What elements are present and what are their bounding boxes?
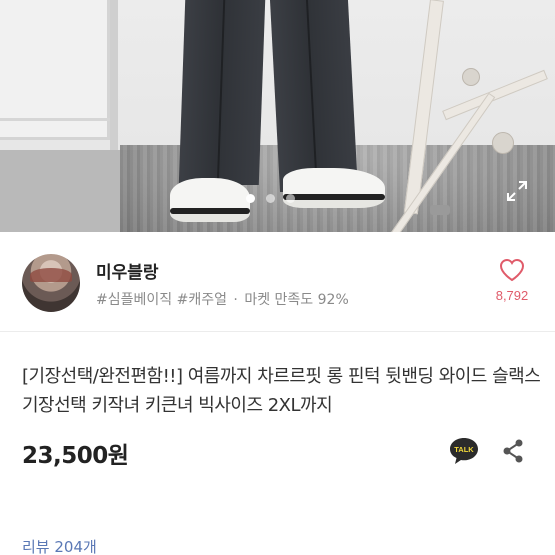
- sneaker-band: [283, 194, 385, 200]
- stool-foot: [492, 132, 514, 154]
- tag-separator: ·: [233, 292, 238, 308]
- pintuck-crease: [305, 0, 318, 180]
- seller-tags: #심플베이직 #캐주얼 · 마켓 만족도 92%: [96, 289, 349, 309]
- carousel-dot[interactable]: [286, 194, 295, 203]
- review-count-link[interactable]: 리뷰 204개: [22, 536, 97, 555]
- stool-foot: [462, 68, 480, 86]
- pants-right-leg: [269, 0, 359, 192]
- seller-tag[interactable]: #캐주얼: [177, 292, 227, 308]
- wall-window: [0, 0, 110, 140]
- share-icon[interactable]: [500, 438, 526, 464]
- carousel-dot-active[interactable]: [246, 194, 255, 203]
- carousel-dots: [246, 194, 295, 203]
- product-price: 23,500원: [22, 443, 129, 469]
- left-sneaker: [170, 178, 250, 222]
- right-sneaker: [283, 168, 385, 208]
- heart-icon: [499, 258, 525, 282]
- seller-section: 미우블랑 #심플베이직 #캐주얼 · 마켓 만족도 92% 8,792: [0, 232, 555, 332]
- sneaker-band: [170, 208, 250, 214]
- expand-icon[interactable]: [505, 179, 529, 203]
- seller-tag[interactable]: #심플베이직: [96, 292, 172, 308]
- pants-left-leg: [178, 0, 266, 185]
- carousel-dot[interactable]: [266, 194, 275, 203]
- seller-name[interactable]: 미우블랑: [96, 258, 159, 283]
- window-frame: [110, 0, 118, 150]
- market-satisfaction: 마켓 만족도 92%: [244, 292, 349, 308]
- seller-avatar[interactable]: [22, 254, 80, 312]
- like-button[interactable]: 8,792: [484, 258, 540, 303]
- like-count: 8,792: [495, 288, 529, 303]
- talk-label: TALK: [454, 445, 474, 454]
- product-title: [기장선택/완전편함!!] 여름까지 차르르핏 롱 핀턱 뒷밴딩 와이드 슬랙스…: [22, 366, 541, 416]
- pintuck-crease: [216, 0, 226, 180]
- price-row: 23,500원 TALK: [22, 430, 535, 470]
- kakao-talk-icon[interactable]: TALK: [449, 436, 479, 466]
- product-photo[interactable]: [0, 0, 555, 232]
- stool-bar: [442, 69, 548, 121]
- stool-base: [430, 205, 450, 215]
- floor-left: [0, 150, 140, 232]
